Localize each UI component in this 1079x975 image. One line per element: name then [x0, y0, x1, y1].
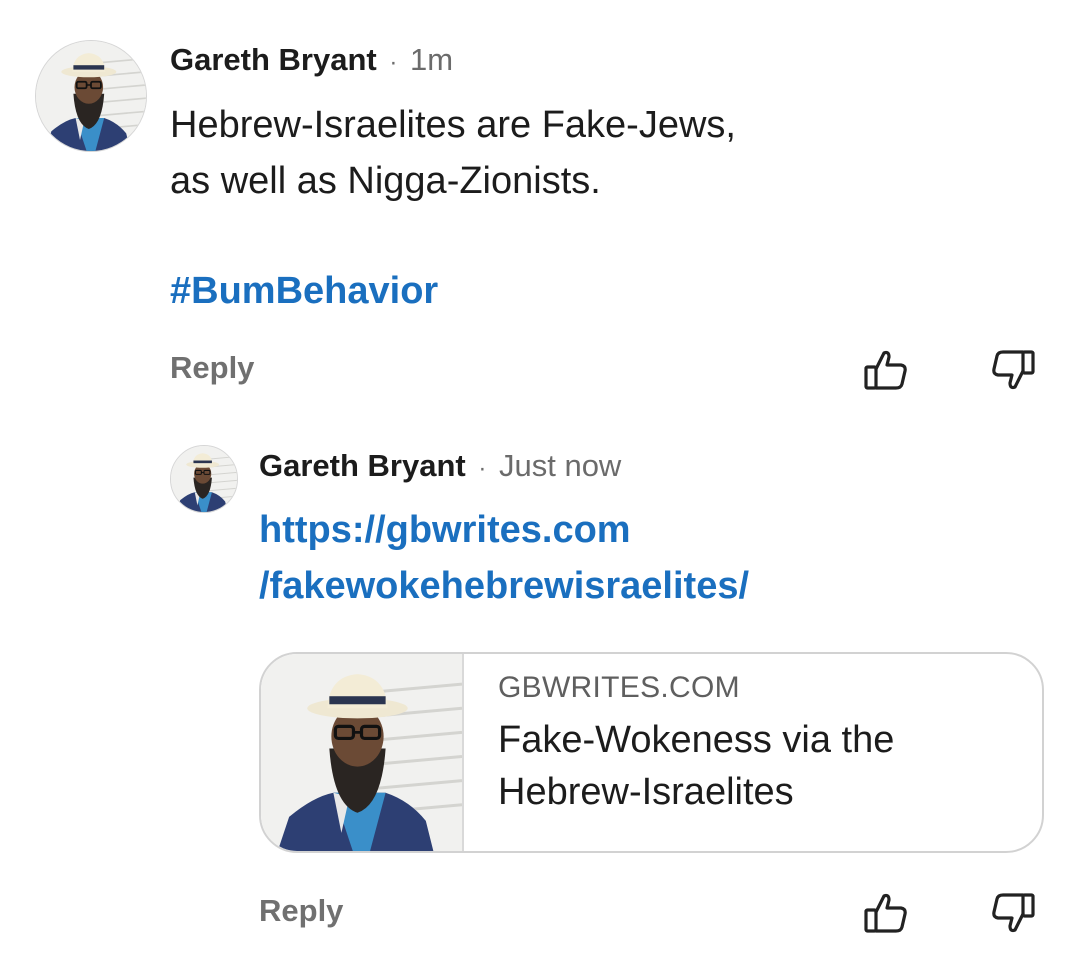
link-preview-title-line: Fake-Wokeness via the: [498, 719, 895, 761]
link-preview-card[interactable]: GBWRITES.COM Fake-Wokeness via the Hebre…: [259, 652, 1044, 853]
thumbs-down-icon[interactable]: [988, 888, 1038, 938]
reply-link[interactable]: https://gbwrites.com /fakewokehebrewisra…: [259, 502, 749, 614]
comment-time: 1m: [409, 42, 454, 77]
thumbs-up-icon[interactable]: [861, 345, 911, 395]
separator-dot: ·: [478, 455, 487, 482]
link-preview-title: Fake-Wokeness via the Hebrew-Israelites: [498, 714, 1018, 818]
link-preview-domain: GBWRITES.COM: [498, 671, 740, 704]
thumbs-up-icon[interactable]: [861, 888, 911, 938]
avatar[interactable]: [35, 40, 147, 152]
link-line[interactable]: https://gbwrites.com: [259, 502, 749, 558]
link-preview-title-line: Hebrew-Israelites: [498, 771, 794, 813]
hashtag-link[interactable]: #BumBehavior: [170, 270, 438, 313]
author-name[interactable]: Gareth Bryant: [259, 448, 466, 483]
comment-header: Gareth Bryant · 1m: [170, 40, 453, 83]
comment-text: Hebrew-Israelites are Fake-Jews, as well…: [170, 97, 736, 209]
reply-button[interactable]: Reply: [170, 350, 254, 386]
thumbs-down-icon[interactable]: [988, 345, 1038, 395]
link-preview-thumbnail: [261, 654, 464, 851]
separator-dot: ·: [389, 49, 398, 76]
avatar-image: [36, 41, 146, 151]
comment-text-line: as well as Nigga-Zionists.: [170, 160, 601, 202]
reply-avatar[interactable]: [170, 445, 238, 513]
reply-button[interactable]: Reply: [259, 893, 343, 929]
link-line[interactable]: /fakewokehebrewisraelites/: [259, 558, 749, 614]
avatar-image: [171, 446, 237, 512]
reply-header: Gareth Bryant · Just now: [259, 446, 621, 489]
author-name[interactable]: Gareth Bryant: [170, 42, 377, 77]
comment-time: Just now: [498, 448, 622, 483]
comment-text-line: Hebrew-Israelites are Fake-Jews,: [170, 104, 736, 146]
